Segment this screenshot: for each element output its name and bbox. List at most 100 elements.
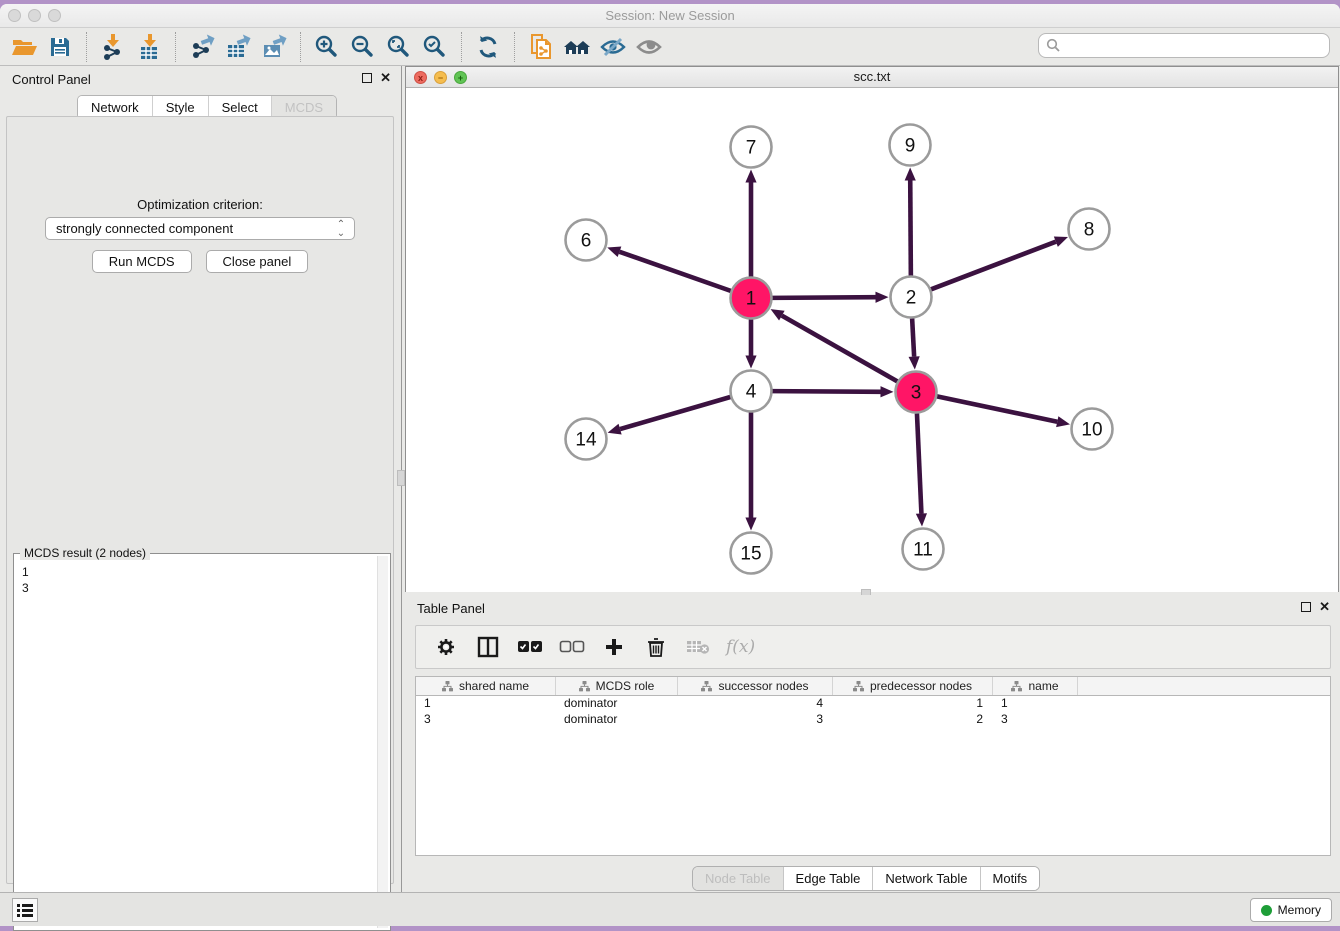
export-network-icon[interactable] xyxy=(184,32,220,62)
delete-table-icon[interactable] xyxy=(684,633,712,661)
panel-splitter-grip[interactable] xyxy=(397,470,405,486)
table-cell[interactable]: 2 xyxy=(833,712,993,728)
tab-edge-table[interactable]: Edge Table xyxy=(784,867,874,890)
toolbar-separator xyxy=(300,32,301,62)
column-header-label: MCDS role xyxy=(596,679,655,693)
float-table-panel-icon[interactable] xyxy=(1301,602,1311,612)
graph-edge[interactable] xyxy=(917,413,921,513)
control-panel-title: Control Panel xyxy=(12,72,91,87)
table-cell[interactable]: dominator xyxy=(556,696,678,712)
memory-status-icon xyxy=(1261,905,1272,916)
table-row[interactable]: 3dominator323 xyxy=(416,712,1330,728)
memory-button[interactable]: Memory xyxy=(1250,898,1332,922)
search-icon xyxy=(1046,38,1061,53)
save-icon[interactable] xyxy=(42,32,78,62)
graph-edge[interactable] xyxy=(772,391,880,392)
graph-edge[interactable] xyxy=(931,242,1056,290)
column-header-shared-name[interactable]: shared name xyxy=(416,677,556,695)
column-header-label: name xyxy=(1028,679,1058,693)
table-row[interactable]: 1dominator411 xyxy=(416,696,1330,712)
export-table-icon[interactable] xyxy=(220,32,256,62)
table-cell[interactable]: 3 xyxy=(416,712,556,728)
minimize-window-button[interactable] xyxy=(28,9,41,22)
result-scrollbar[interactable] xyxy=(377,556,388,928)
titlebar: Session: New Session xyxy=(0,4,1340,28)
zoom-selected-icon[interactable] xyxy=(417,32,453,62)
gear-icon[interactable] xyxy=(432,633,460,661)
graph-edge[interactable] xyxy=(912,318,914,356)
import-table-icon[interactable] xyxy=(131,32,167,62)
table-cell[interactable]: 3 xyxy=(993,712,1078,728)
export-image-icon[interactable] xyxy=(256,32,292,62)
close-panel-button[interactable]: Close panel xyxy=(206,250,309,273)
task-history-button[interactable] xyxy=(12,898,38,922)
table-cell[interactable]: 1 xyxy=(833,696,993,712)
column-header-name[interactable]: name xyxy=(993,677,1078,695)
columns-icon[interactable] xyxy=(474,633,502,661)
table-header-row: shared name MCDS role successor nodes prede… xyxy=(416,677,1330,696)
table-cell[interactable]: 3 xyxy=(678,712,833,728)
table-panel-title: Table Panel xyxy=(417,601,485,616)
zoom-in-icon[interactable] xyxy=(309,32,345,62)
add-column-icon[interactable] xyxy=(600,633,628,661)
tab-node-table[interactable]: Node Table xyxy=(693,867,784,890)
edge-arrowhead xyxy=(1056,416,1070,427)
show-all-icon[interactable] xyxy=(631,32,667,62)
table-cell[interactable]: 1 xyxy=(416,696,556,712)
table-cell[interactable]: dominator xyxy=(556,712,678,728)
mcds-result-text[interactable]: 1 3 xyxy=(22,564,376,928)
list-icon xyxy=(17,903,33,917)
delete-icon[interactable] xyxy=(642,633,670,661)
network-close-button[interactable]: x xyxy=(414,71,427,84)
column-type-icon xyxy=(853,681,864,692)
node-table[interactable]: shared name MCDS role successor nodes prede… xyxy=(415,676,1331,856)
float-panel-icon[interactable] xyxy=(362,73,372,83)
graph-edge[interactable] xyxy=(619,252,730,291)
deselect-all-icon[interactable] xyxy=(558,633,586,661)
tab-network-table[interactable]: Network Table xyxy=(873,867,980,890)
column-header-MCDS-role[interactable]: MCDS role xyxy=(556,677,678,695)
node-label: 14 xyxy=(575,430,597,451)
search-field[interactable] xyxy=(1038,33,1330,58)
close-window-button[interactable] xyxy=(8,9,21,22)
graph-edge[interactable] xyxy=(937,396,1057,421)
node-label: 15 xyxy=(740,544,761,565)
function-builder-icon[interactable]: f(x) xyxy=(726,637,755,657)
edge-arrowhead xyxy=(909,356,920,369)
refresh-icon[interactable] xyxy=(470,32,506,62)
column-type-icon xyxy=(1011,681,1022,692)
select-all-icon[interactable] xyxy=(516,633,544,661)
graph-edge[interactable] xyxy=(620,397,730,429)
run-mcds-button[interactable]: Run MCDS xyxy=(92,250,192,273)
toolbar-separator xyxy=(86,32,87,62)
close-table-panel-icon[interactable]: ✕ xyxy=(1319,602,1330,612)
column-header-label: successor nodes xyxy=(718,679,808,693)
import-network-icon[interactable] xyxy=(95,32,131,62)
network-maximize-button[interactable]: + xyxy=(454,71,467,84)
table-cell[interactable]: 4 xyxy=(678,696,833,712)
column-header-successor-nodes[interactable]: successor nodes xyxy=(678,677,833,695)
hide-selected-icon[interactable] xyxy=(595,32,631,62)
column-header-label: predecessor nodes xyxy=(870,679,972,693)
maximize-window-button[interactable] xyxy=(48,9,61,22)
first-neighbors-icon[interactable] xyxy=(559,32,595,62)
network-minimize-button[interactable]: − xyxy=(434,71,447,84)
table-cell[interactable]: 1 xyxy=(993,696,1078,712)
zoom-fit-icon[interactable] xyxy=(381,32,417,62)
graph-edge[interactable] xyxy=(772,297,875,298)
column-header-predecessor-nodes[interactable]: predecessor nodes xyxy=(833,677,993,695)
tab-motifs[interactable]: Motifs xyxy=(981,867,1040,890)
copy-network-icon[interactable] xyxy=(523,32,559,62)
window-controls[interactable] xyxy=(8,9,61,22)
graph-edge[interactable] xyxy=(782,316,897,382)
mcds-panel: Optimization criterion: strongly connect… xyxy=(6,116,394,884)
graph-edge[interactable] xyxy=(910,180,911,275)
zoom-out-icon[interactable] xyxy=(345,32,381,62)
open-folder-icon[interactable] xyxy=(6,32,42,62)
network-window-titlebar[interactable]: x − + scc.txt xyxy=(406,67,1338,88)
node-label: 7 xyxy=(746,138,757,159)
search-input[interactable] xyxy=(1061,36,1329,56)
network-graph-canvas[interactable]: 1234678910111415 xyxy=(406,89,1338,592)
close-panel-icon[interactable]: ✕ xyxy=(380,73,391,83)
optimization-criterion-select[interactable]: strongly connected component ⌃⌄ xyxy=(45,217,355,240)
